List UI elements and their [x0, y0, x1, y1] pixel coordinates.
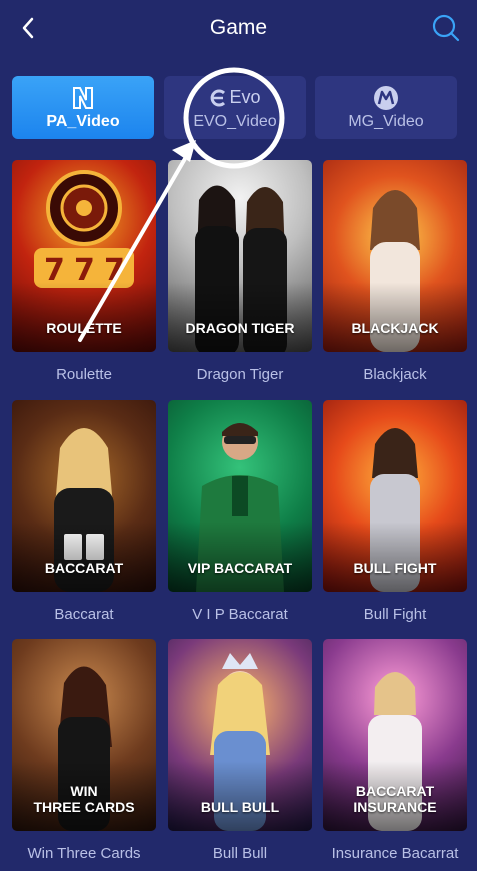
game-banner: BACCARAT — [44, 560, 124, 576]
game-card-vip-baccarat[interactable]: VIP BACCARAT V I P Baccarat — [168, 400, 312, 623]
game-banner: BULL FIGHT — [353, 560, 437, 576]
game-card-roulette[interactable]: 7 7 7 ROULETTE Roulette — [12, 160, 156, 383]
provider-tabs: PA_Video Evo EVO_Video MG_Video — [12, 76, 465, 139]
tab-label: PA_Video — [46, 112, 120, 130]
game-banner: DRAGON TIGER — [185, 320, 295, 336]
game-caption: Bull Fight — [363, 606, 427, 623]
game-thumbnail: WIN THREE CARDS — [12, 639, 156, 831]
game-thumbnail: VIP BACCARAT — [168, 400, 312, 592]
search-button[interactable] — [431, 13, 461, 43]
back-button[interactable] — [14, 14, 42, 42]
tab-label: MG_Video — [348, 112, 424, 130]
game-thumbnail: DRAGON TIGER — [168, 160, 312, 352]
game-thumbnail: BULL FIGHT — [323, 400, 467, 592]
evo-logo-text: Evo — [229, 87, 261, 107]
tab-mg-video[interactable]: MG_Video — [315, 76, 457, 139]
game-banner: BULL BULL — [200, 799, 280, 815]
game-thumbnail: BULL BULL — [168, 639, 312, 831]
page-title: Game — [209, 16, 268, 39]
tab-label: EVO_Video — [193, 112, 277, 130]
mg-logo-icon — [373, 85, 399, 111]
game-card-win-three-cards[interactable]: WIN THREE CARDS Win Three Cards — [12, 639, 156, 862]
game-card-blackjack[interactable]: BLACKJACK Blackjack — [323, 160, 467, 383]
game-card-baccarat-insurance[interactable]: BACCARAT INSURANCE Insurance Bacarrat — [323, 639, 467, 862]
tab-evo-video[interactable]: Evo EVO_Video — [164, 76, 306, 139]
game-caption: Baccarat — [54, 606, 114, 623]
game-thumbnail: 7 7 7 ROULETTE — [12, 160, 156, 352]
game-banner: WIN THREE CARDS — [33, 783, 135, 815]
game-caption: V I P Baccarat — [192, 606, 288, 623]
header-bar: Game — [0, 0, 477, 56]
game-card-bull-fight[interactable]: BULL FIGHT Bull Fight — [323, 400, 467, 623]
game-banner: ROULETTE — [46, 320, 122, 336]
game-banner: VIP BACCARAT — [187, 560, 293, 576]
game-banner: BACCARAT INSURANCE — [353, 783, 437, 815]
game-caption: Insurance Bacarrat — [331, 845, 459, 862]
evo-logo-icon: Evo — [209, 85, 261, 111]
arrow-head — [172, 140, 196, 162]
game-banner: BLACKJACK — [351, 320, 439, 336]
game-card-bull-bull[interactable]: BULL BULL Bull Bull — [168, 639, 312, 862]
game-thumbnail: BACCARAT — [12, 400, 156, 592]
game-caption: Win Three Cards — [27, 845, 141, 862]
chevron-left-icon — [22, 17, 34, 39]
roulette-wheel-icon: 7 7 7 — [34, 170, 134, 288]
game-card-dragon-tiger[interactable]: DRAGON TIGER Dragon Tiger — [168, 160, 312, 383]
game-caption: Bull Bull — [212, 845, 268, 862]
tab-pa-video[interactable]: PA_Video — [12, 76, 154, 139]
game-caption: Dragon Tiger — [196, 366, 284, 383]
game-thumbnail: BLACKJACK — [323, 160, 467, 352]
game-caption: Blackjack — [363, 366, 427, 383]
game-caption: Roulette — [56, 366, 112, 383]
game-thumbnail: BACCARAT INSURANCE — [323, 639, 467, 831]
game-card-baccarat[interactable]: BACCARAT Baccarat — [12, 400, 156, 623]
pa-logo-icon — [70, 85, 96, 111]
search-icon — [432, 14, 460, 42]
